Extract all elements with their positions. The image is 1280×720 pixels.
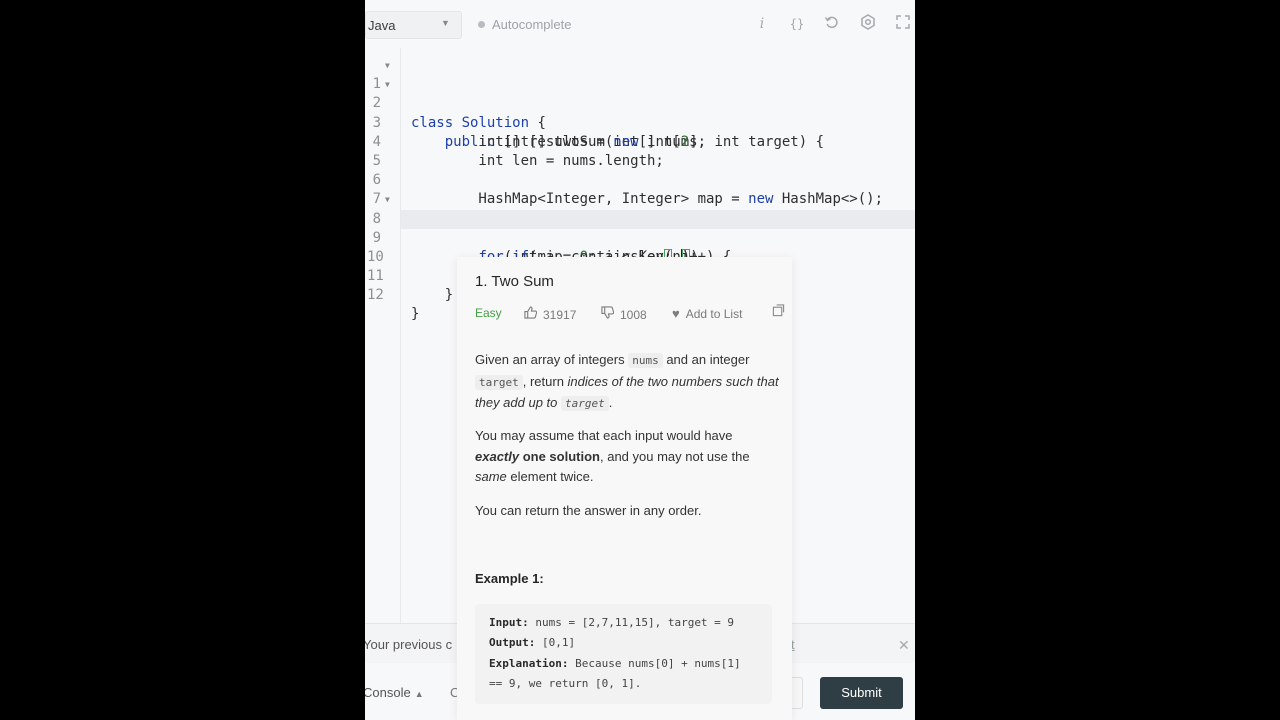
code-line[interactable]: 5 [365, 133, 915, 169]
code-line[interactable]: 2 ▼ public int[] twoSum(int[] nums, int … [365, 75, 915, 150]
like-button[interactable]: 31917 [524, 306, 576, 322]
problem-title: 1. Two Sum [475, 273, 554, 290]
editor-toolbar: Java ▼ Autocomplete i {} [365, 0, 915, 48]
fullscreen-icon[interactable] [893, 14, 913, 34]
code-line[interactable]: 10 } [365, 229, 915, 284]
add-to-list-button[interactable]: ♥ Add to List [672, 306, 742, 321]
code-line[interactable]: 3 int[] results = new int[2]; [365, 94, 915, 150]
problem-description-popup: 1. Two Sum Easy 31917 1008 ♥ Add to List … [457, 257, 792, 720]
settings-icon[interactable] [858, 14, 878, 34]
language-label: Java [368, 18, 396, 33]
inline-code: nums [628, 353, 663, 368]
example-explanation-line: Explanation: Because nums[0] + nums[1] [489, 656, 741, 670]
chevron-down-icon: ▼ [441, 18, 450, 28]
info-icon[interactable]: i [752, 14, 772, 34]
code-line[interactable]: 1 ▼ class Solution { [365, 56, 915, 131]
inline-code: target [561, 396, 609, 411]
braces-icon[interactable]: {} [787, 14, 807, 34]
console-button[interactable]: Console ▲ [365, 685, 424, 700]
fold-icon[interactable]: ▼ [385, 190, 390, 209]
code-line[interactable]: 7 [365, 171, 915, 207]
code-line[interactable]: 9 if(map.containsKey(n)) [365, 210, 915, 265]
autocomplete-label[interactable]: Autocomplete [492, 17, 572, 32]
chevron-down-icon: ▲ [414, 689, 424, 699]
difficulty-badge: Easy [475, 306, 502, 320]
add-to-list-label: Add to List [685, 307, 743, 321]
fold-icon[interactable]: ▼ [385, 56, 390, 75]
line-number: 12 [367, 287, 384, 304]
example-output-line: Output: [0,1] [489, 636, 576, 650]
like-count: 31917 [543, 308, 577, 322]
description-paragraph: Given an array of integers nums and an i… [475, 352, 779, 411]
leetcode-app: Java ▼ Autocomplete i {} 1 ▼ class Solut… [365, 0, 915, 720]
reset-icon[interactable] [822, 14, 842, 34]
close-icon[interactable]: ✕ [898, 637, 910, 654]
dislike-button[interactable]: 1008 [601, 306, 647, 322]
share-icon[interactable] [772, 304, 785, 320]
dislike-count: 1008 [620, 308, 647, 322]
line-text: } [411, 306, 420, 323]
code-line[interactable]: 6 HashMap<Integer, Integer> map = new Ha… [365, 152, 915, 207]
autocomplete-toggle-dot[interactable] [478, 21, 485, 28]
example-input-line: Input: nums = [2,7,11,15], target = 9 [489, 616, 735, 629]
console-label: Console [365, 685, 411, 700]
thumbs-down-icon [601, 306, 615, 322]
thumbs-up-icon [524, 306, 538, 322]
language-select[interactable]: Java ▼ [365, 11, 462, 39]
description-paragraph: You can return the answer in any order. [475, 503, 702, 518]
code-line[interactable]: 4 int len = nums.length; [365, 114, 915, 169]
code-lines[interactable]: 1 ▼ class Solution { 2 ▼ public int[] tw… [365, 56, 915, 322]
fold-icon[interactable]: ▼ [385, 75, 390, 94]
heart-icon: ♥ [672, 306, 680, 321]
example-title: Example 1: [475, 571, 544, 586]
notice-text: Your previous c [365, 637, 453, 652]
code-line[interactable]: 8 ▼ for(int i = 0; i < len; i++) { [365, 190, 915, 265]
inline-code: target [475, 374, 523, 390]
description-paragraph: You may assume that each input would hav… [475, 428, 750, 484]
submit-button[interactable]: Submit [820, 677, 903, 709]
example-block: Input: nums = [2,7,11,15], target = 9 Ou… [475, 604, 772, 704]
example-explanation-line: == 9, we return [0, 1]. [489, 676, 642, 690]
